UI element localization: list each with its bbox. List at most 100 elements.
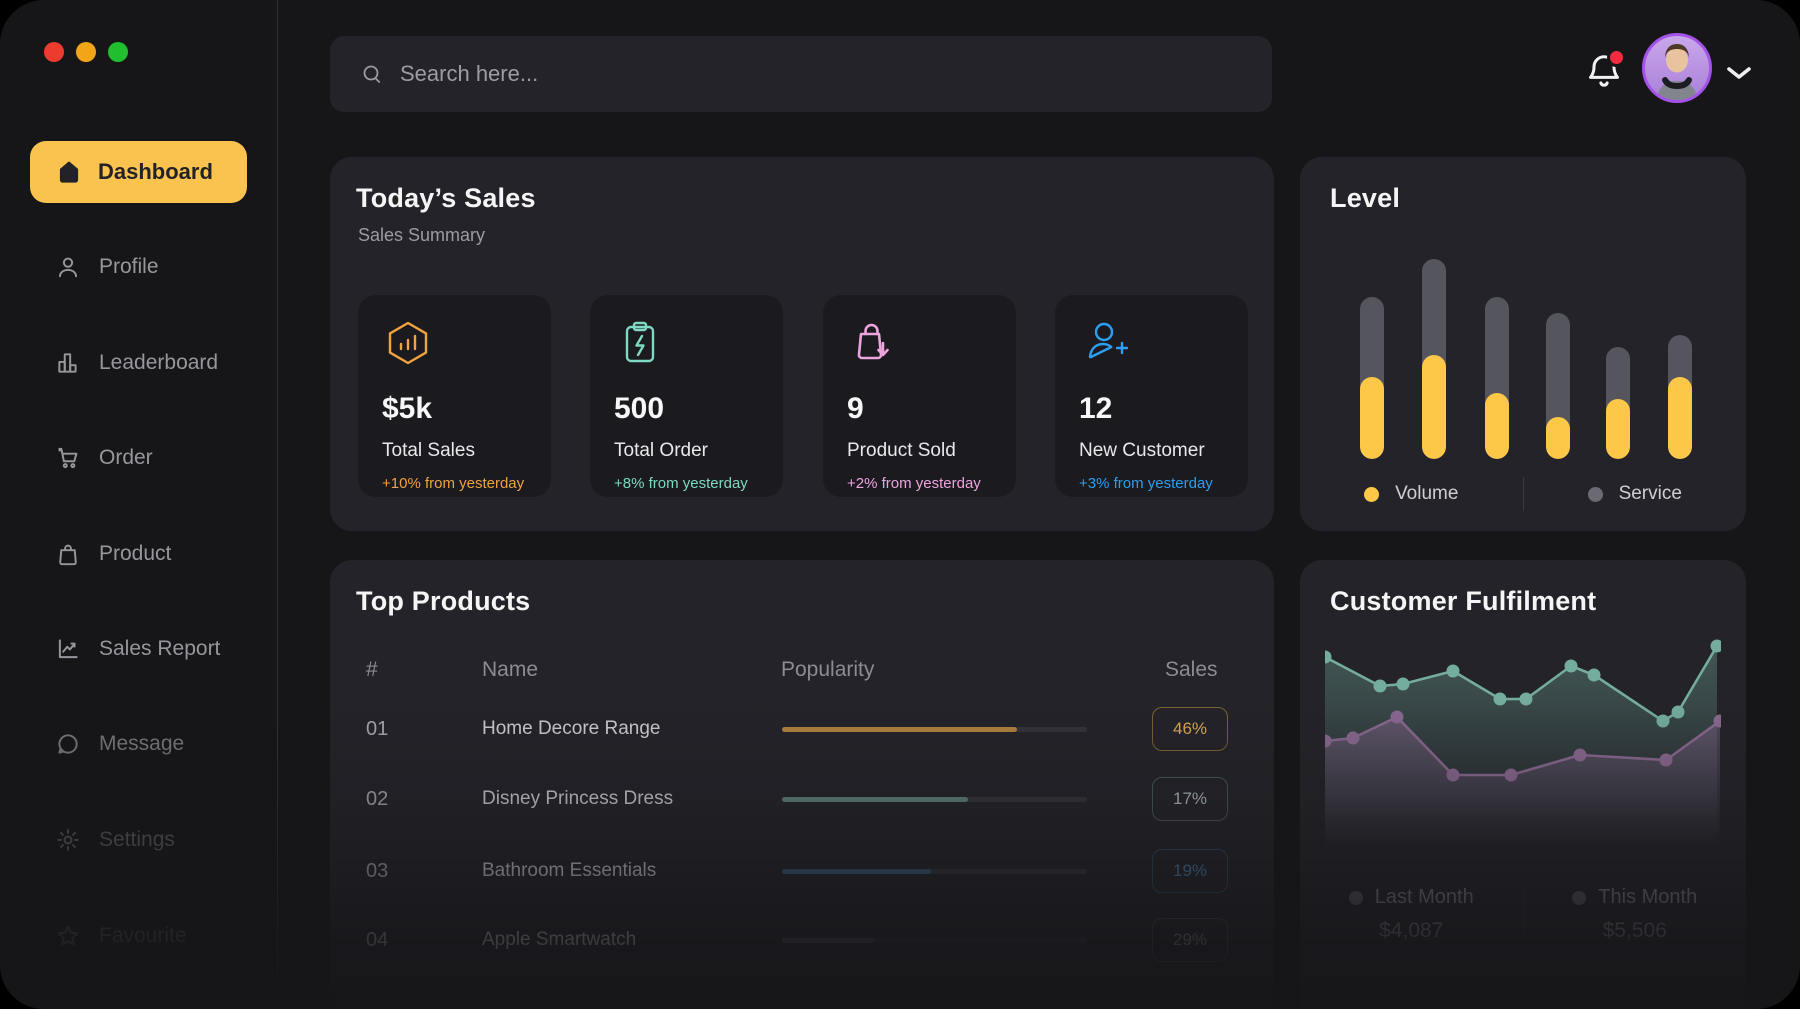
sidebar-item-message[interactable]: Message bbox=[55, 724, 184, 764]
popularity-bar bbox=[782, 797, 1087, 802]
sidebar-item-profile[interactable]: Profile bbox=[55, 247, 159, 287]
sidebar-item-label: Profile bbox=[99, 255, 159, 279]
sidebar-item-product[interactable]: Product bbox=[55, 534, 171, 574]
stat-label: Total Order bbox=[614, 440, 783, 462]
legend-volume: Volume bbox=[1300, 477, 1523, 511]
legend-this-month: This Month $5,506 bbox=[1524, 886, 1747, 943]
top-products-card: Top Products # Name Popularity Sales 01 … bbox=[330, 560, 1274, 1009]
star-icon bbox=[55, 923, 81, 949]
todays-sales-subtitle: Sales Summary bbox=[358, 225, 485, 246]
todays-sales-card: Today’s Sales Sales Summary $5k Total Sa… bbox=[330, 157, 1274, 531]
window-controls bbox=[44, 42, 128, 62]
col-header-name: Name bbox=[482, 658, 538, 682]
stat-value: 12 bbox=[1079, 392, 1248, 426]
stat-delta: +2% from yesterday bbox=[847, 475, 1016, 492]
last-month-value: $4,087 bbox=[1379, 919, 1443, 943]
table-row[interactable]: 04 Apple Smartwatch 29% bbox=[330, 929, 1274, 973]
stat-delta: +3% from yesterday bbox=[1079, 475, 1248, 492]
customer-fulfilment-title: Customer Fulfilment bbox=[1330, 586, 1596, 617]
user-plus-icon bbox=[1079, 317, 1131, 369]
stat-card-total-order[interactable]: 500 Total Order +8% from yesterday bbox=[590, 295, 783, 497]
level-title: Level bbox=[1330, 183, 1400, 214]
search-placeholder: Search here... bbox=[400, 61, 538, 87]
popularity-bar bbox=[782, 869, 1087, 874]
stat-card-new-customer[interactable]: 12 New Customer +3% from yesterday bbox=[1055, 295, 1248, 497]
clipboard-bolt-icon bbox=[614, 317, 666, 369]
top-products-title: Top Products bbox=[356, 586, 530, 617]
notification-badge bbox=[1607, 48, 1626, 67]
sales-badge: 46% bbox=[1152, 707, 1228, 751]
close-window-button[interactable] bbox=[44, 42, 64, 62]
gear-icon bbox=[55, 827, 81, 853]
sidebar-item-sales-report[interactable]: Sales Report bbox=[55, 629, 220, 669]
level-legend: Volume Service bbox=[1300, 477, 1746, 511]
bar-chart-icon bbox=[55, 350, 81, 376]
customer-fulfilment-card: Customer Fulfilment Last Month bbox=[1300, 560, 1746, 1009]
sidebar-item-label: Favourite bbox=[99, 924, 187, 948]
app-window: Dashboard Profile Leaderboard Order bbox=[0, 0, 1800, 1009]
cart-icon bbox=[55, 445, 81, 471]
todays-sales-title: Today’s Sales bbox=[356, 183, 536, 214]
col-header-popularity: Popularity bbox=[781, 658, 874, 682]
popularity-bar bbox=[782, 938, 1087, 943]
stat-delta: +10% from yesterday bbox=[382, 475, 551, 492]
level-card: Level Volume Service bbox=[1300, 157, 1746, 531]
stat-card-product-sold[interactable]: 9 Product Sold +2% from yesterday bbox=[823, 295, 1016, 497]
sidebar-item-leaderboard[interactable]: Leaderboard bbox=[55, 343, 218, 383]
hexagon-bars-icon bbox=[382, 317, 434, 369]
stat-value: $5k bbox=[382, 392, 551, 426]
table-row[interactable]: 01 Home Decore Range 46% bbox=[330, 718, 1274, 762]
product-name: Bathroom Essentials bbox=[482, 860, 656, 882]
stat-label: Total Sales bbox=[382, 440, 551, 462]
this-month-value: $5,506 bbox=[1603, 919, 1667, 943]
sidebar-item-label: Leaderboard bbox=[99, 351, 218, 375]
product-name: Disney Princess Dress bbox=[482, 788, 673, 810]
level-bar-chart bbox=[1360, 259, 1720, 459]
search-input[interactable]: Search here... bbox=[330, 36, 1272, 112]
stat-delta: +8% from yesterday bbox=[614, 475, 783, 492]
bag-icon bbox=[55, 541, 81, 567]
minimize-window-button[interactable] bbox=[76, 42, 96, 62]
sidebar-item-dashboard[interactable]: Dashboard bbox=[30, 141, 247, 203]
sidebar: Dashboard Profile Leaderboard Order bbox=[0, 0, 277, 1009]
sales-badge: 17% bbox=[1152, 777, 1228, 821]
sidebar-item-order[interactable]: Order bbox=[55, 438, 153, 478]
table-row[interactable]: 03 Bathroom Essentials 19% bbox=[330, 860, 1274, 904]
sidebar-item-favourite[interactable]: Favourite bbox=[55, 916, 187, 956]
row-number: 01 bbox=[366, 718, 388, 741]
search-icon bbox=[360, 62, 384, 86]
legend-label: Service bbox=[1619, 483, 1682, 505]
stat-label: New Customer bbox=[1079, 440, 1248, 462]
sidebar-item-label: Dashboard bbox=[98, 159, 213, 185]
bag-arrow-down-icon bbox=[847, 317, 899, 369]
col-header-num: # bbox=[366, 658, 378, 682]
home-icon bbox=[56, 159, 82, 185]
line-chart-icon bbox=[55, 636, 81, 662]
chevron-down-icon[interactable] bbox=[1724, 64, 1754, 82]
sidebar-item-settings[interactable]: Settings bbox=[55, 820, 175, 860]
legend-last-month: Last Month $4,087 bbox=[1300, 886, 1523, 943]
sidebar-item-label: Sales Report bbox=[99, 637, 220, 661]
notifications-button[interactable] bbox=[1585, 50, 1625, 94]
sales-badge: 19% bbox=[1152, 849, 1228, 893]
row-number: 03 bbox=[366, 860, 388, 883]
user-icon bbox=[55, 254, 81, 280]
zoom-window-button[interactable] bbox=[108, 42, 128, 62]
popularity-bar bbox=[782, 727, 1087, 732]
product-name: Apple Smartwatch bbox=[482, 929, 636, 951]
row-number: 04 bbox=[366, 929, 388, 952]
last-month-dot bbox=[1349, 891, 1363, 905]
fulfilment-legend: Last Month $4,087 This Month $5,506 bbox=[1300, 886, 1746, 943]
sidebar-item-label: Message bbox=[99, 732, 184, 756]
legend-label: This Month bbox=[1598, 886, 1697, 909]
table-row[interactable]: 02 Disney Princess Dress 17% bbox=[330, 788, 1274, 832]
stat-value: 500 bbox=[614, 392, 783, 426]
sidebar-item-label: Settings bbox=[99, 828, 175, 852]
service-dot bbox=[1588, 487, 1603, 502]
sales-badge: 29% bbox=[1152, 918, 1228, 962]
user-avatar[interactable] bbox=[1642, 33, 1712, 103]
legend-service: Service bbox=[1524, 477, 1747, 511]
stat-card-total-sales[interactable]: $5k Total Sales +10% from yesterday bbox=[358, 295, 551, 497]
legend-label: Volume bbox=[1395, 483, 1458, 505]
legend-label: Last Month bbox=[1375, 886, 1474, 909]
